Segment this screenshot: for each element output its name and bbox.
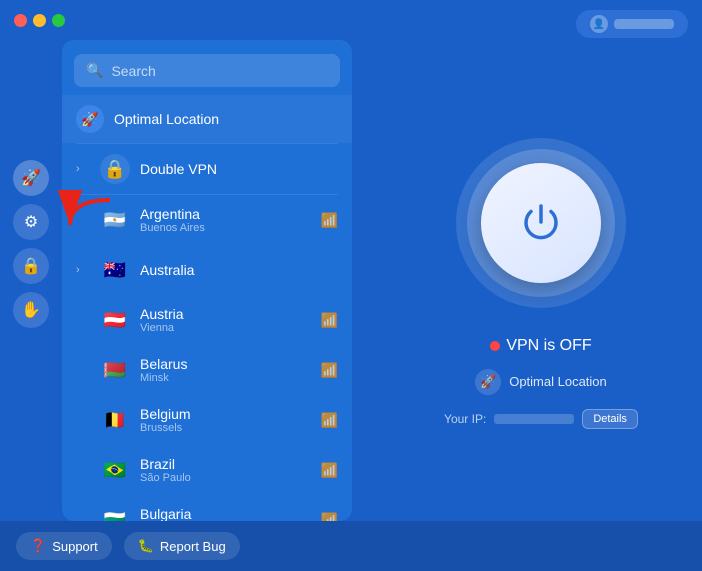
bulgaria-name: Bulgaria [140, 506, 311, 521]
optimal-info-right: 🚀 Optimal Location [475, 369, 607, 395]
power-container [451, 133, 631, 313]
belarus-sub: Minsk [140, 372, 311, 384]
signal-icon-belgium: 📶 [321, 412, 338, 429]
australia-info: Australia [140, 262, 338, 278]
austria-info: Austria Vienna [140, 306, 311, 334]
belgium-sub: Brussels [140, 422, 311, 434]
flag-australia: 🇦🇺 [100, 255, 130, 285]
power-button[interactable] [481, 163, 601, 283]
list-item-belarus[interactable]: 🇧🇾 Belarus Minsk 📶 [62, 345, 352, 395]
flag-bulgaria: 🇧🇬 [100, 505, 130, 521]
sidebar-icon-hand[interactable]: ✋ [13, 292, 49, 328]
bug-icon: 🐛 [138, 538, 154, 554]
list-item-argentina[interactable]: 🇦🇷 Argentina Buenos Aires 📶 [62, 195, 352, 245]
flag-brazil: 🇧🇷 [100, 455, 130, 485]
optimal-location-right-label: Optimal Location [509, 374, 607, 389]
signal-icon-brazil: 📶 [321, 462, 338, 479]
list-item-double-vpn[interactable]: › 🔒 Double VPN [62, 144, 352, 194]
signal-icon-argentina: 📶 [321, 212, 338, 229]
argentina-info: Argentina Buenos Aires [140, 206, 311, 234]
brazil-name: Brazil [140, 456, 311, 472]
belgium-name: Belgium [140, 406, 311, 422]
list-item-belgium[interactable]: 🇧🇪 Belgium Brussels 📶 [62, 395, 352, 445]
australia-name: Australia [140, 262, 338, 278]
belgium-info: Belgium Brussels [140, 406, 311, 434]
double-vpn-name: Double VPN [140, 161, 338, 177]
username-label [614, 19, 674, 29]
flag-austria: 🇦🇹 [100, 305, 130, 335]
right-panel: VPN is OFF 🚀 Optimal Location Your IP: D… [380, 40, 702, 521]
list-item-austria[interactable]: 🇦🇹 Austria Vienna 📶 [62, 295, 352, 345]
flag-argentina: 🇦🇷 [100, 205, 130, 235]
support-label: Support [52, 539, 98, 554]
list-item-australia[interactable]: › 🇦🇺 Australia [62, 245, 352, 295]
vpn-status: VPN is OFF [490, 337, 591, 355]
optimal-location-info: Optimal Location [114, 111, 338, 127]
sidebar: 🚀 ⚙ 🔒 ✋ [0, 40, 62, 571]
brazil-info: Brazil São Paulo [140, 456, 311, 484]
argentina-sub: Buenos Aires [140, 222, 311, 234]
sidebar-icon-lock[interactable]: 🔒 [13, 248, 49, 284]
user-badge[interactable]: 👤 [576, 10, 688, 38]
optimal-location-icon: 🚀 [76, 105, 104, 133]
search-bar[interactable]: 🔍 [74, 54, 340, 87]
brazil-sub: São Paulo [140, 472, 311, 484]
flag-belgium: 🇧🇪 [100, 405, 130, 435]
report-bug-label: Report Bug [160, 539, 226, 554]
bottom-bar: ❓ Support 🐛 Report Bug [0, 521, 702, 571]
power-symbol-icon [516, 198, 566, 248]
austria-name: Austria [140, 306, 311, 322]
search-icon: 🔍 [86, 62, 103, 79]
left-panel: 🔍 🚀 Optimal Location › 🔒 Double VPN 🇦🇷 [62, 40, 352, 521]
double-vpn-info: Double VPN [140, 161, 338, 177]
bulgaria-info: Bulgaria Sofia [140, 506, 311, 521]
minimize-button[interactable] [33, 14, 46, 27]
support-icon: ❓ [30, 538, 46, 554]
sidebar-icon-locations[interactable]: 🚀 [13, 160, 49, 196]
flag-belarus: 🇧🇾 [100, 355, 130, 385]
flag-double-vpn: 🔒 [100, 154, 130, 184]
argentina-name: Argentina [140, 206, 311, 222]
status-dot-off [490, 341, 500, 351]
search-input[interactable] [111, 63, 328, 79]
your-ip-label: Your IP: [444, 412, 486, 426]
maximize-button[interactable] [52, 14, 65, 27]
list-item-bulgaria[interactable]: 🇧🇬 Bulgaria Sofia 📶 [62, 495, 352, 521]
ip-address-value [494, 414, 574, 424]
signal-icon-bulgaria: 📶 [321, 512, 338, 522]
austria-sub: Vienna [140, 322, 311, 334]
belarus-name: Belarus [140, 356, 311, 372]
traffic-lights [14, 14, 65, 27]
close-button[interactable] [14, 14, 27, 27]
report-bug-button[interactable]: 🐛 Report Bug [124, 532, 240, 560]
vpn-status-label: VPN is OFF [506, 337, 591, 355]
signal-icon-austria: 📶 [321, 312, 338, 329]
ip-row: Your IP: Details [444, 409, 638, 429]
optimal-location-name: Optimal Location [114, 111, 338, 127]
support-button[interactable]: ❓ Support [16, 532, 112, 560]
list-item-brazil[interactable]: 🇧🇷 Brazil São Paulo 📶 [62, 445, 352, 495]
location-list: 🚀 Optimal Location › 🔒 Double VPN 🇦🇷 Arg… [62, 95, 352, 521]
signal-icon-belarus: 📶 [321, 362, 338, 379]
sidebar-icon-settings[interactable]: ⚙ [13, 204, 49, 240]
details-button[interactable]: Details [582, 409, 638, 429]
chevron-icon-australia: › [76, 264, 90, 276]
list-item-optimal[interactable]: 🚀 Optimal Location [62, 95, 352, 143]
optimal-badge-icon: 🚀 [475, 369, 501, 395]
chevron-icon-double-vpn: › [76, 163, 90, 175]
user-avatar-icon: 👤 [590, 15, 608, 33]
belarus-info: Belarus Minsk [140, 356, 311, 384]
